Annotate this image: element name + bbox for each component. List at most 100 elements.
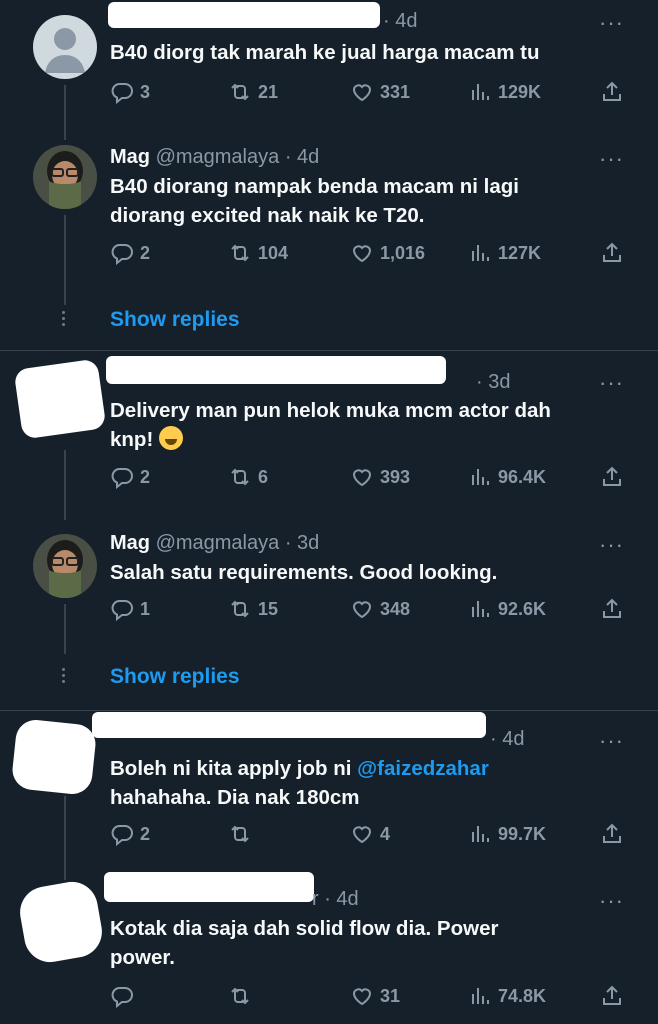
retweet-button[interactable]: [228, 822, 258, 846]
timestamp[interactable]: · 4d: [490, 728, 524, 750]
reply-count: 2: [140, 466, 151, 487]
like-count: 348: [380, 598, 411, 619]
views-button[interactable]: 129K: [468, 80, 541, 104]
retweet-button[interactable]: 21: [228, 80, 278, 104]
views-button[interactable]: 74.8K: [468, 984, 546, 1008]
heart-icon: [350, 822, 374, 846]
retweet-button[interactable]: 104: [228, 241, 288, 265]
tweet-text-line: hahahaha. Dia nak 180cm: [110, 786, 360, 809]
share-icon: [600, 465, 624, 489]
share-button[interactable]: [600, 597, 624, 621]
timestamp[interactable]: · 3d: [285, 532, 319, 554]
profile-photo-icon: [33, 534, 97, 598]
reply-button[interactable]: 3: [110, 80, 150, 104]
retweet-count: 15: [258, 598, 279, 619]
profile-photo-icon: [33, 145, 97, 209]
thread-line: [64, 604, 66, 654]
reply-button[interactable]: 2: [110, 465, 150, 489]
thread-dots: [62, 665, 66, 686]
retweet-count: 6: [258, 466, 269, 487]
more-options-button[interactable]: ···: [599, 532, 624, 558]
tweet-text-line: diorang excited nak naik ke T20.: [110, 204, 425, 227]
tweet-text: B40 diorg tak marah ke jual harga macam …: [110, 41, 540, 64]
view-count: 92.6K: [498, 598, 547, 619]
redacted-avatar: [10, 718, 98, 796]
tweet[interactable]: Mag @magmalaya · 4d ··· B40 diorang namp…: [0, 140, 658, 350]
more-options-button[interactable]: ···: [599, 888, 624, 914]
retweet-button[interactable]: 6: [228, 465, 268, 489]
views-icon: [468, 984, 492, 1008]
timestamp[interactable]: · 4d: [285, 146, 319, 168]
share-button[interactable]: [600, 984, 624, 1008]
display-name[interactable]: Mag: [110, 532, 150, 554]
more-options-button[interactable]: ···: [599, 370, 624, 396]
retweet-button[interactable]: 15: [228, 597, 278, 621]
like-button[interactable]: 393: [350, 465, 410, 489]
reply-count: 1: [140, 598, 151, 619]
tweet-text-line: Boleh ni kita apply job ni: [110, 757, 358, 780]
like-button[interactable]: 31: [350, 984, 400, 1008]
show-replies-link[interactable]: Show replies: [110, 308, 240, 332]
reply-button[interactable]: [110, 984, 140, 1008]
heart-icon: [350, 597, 374, 621]
like-button[interactable]: 331: [350, 80, 410, 104]
avatar[interactable]: [33, 145, 97, 209]
redacted-username: [104, 872, 314, 902]
views-button[interactable]: 99.7K: [468, 822, 546, 846]
tweet[interactable]: r · 4d ··· Kotak dia saja dah solid flow…: [0, 872, 658, 1024]
reply-button[interactable]: 2: [110, 822, 150, 846]
avatar[interactable]: [33, 15, 97, 79]
like-button[interactable]: 348: [350, 597, 410, 621]
timestamp[interactable]: · 3d: [476, 371, 510, 393]
handle[interactable]: @magmalaya: [156, 146, 280, 168]
thread-line: [64, 215, 66, 305]
display-name[interactable]: Mag: [110, 146, 150, 168]
tweet[interactable]: · 3d ··· Delivery man pun helok muka mcm…: [0, 350, 658, 520]
tweet-text: Salah satu requirements. Good looking.: [110, 561, 498, 584]
retweet-count: 104: [258, 242, 289, 263]
tweet-text-line: Delivery man pun helok muka mcm actor da…: [110, 399, 551, 422]
share-icon: [600, 80, 624, 104]
view-count: 74.8K: [498, 985, 547, 1006]
reply-icon: [110, 465, 134, 489]
heart-icon: [350, 984, 374, 1008]
mention-link[interactable]: @faizedzahar: [357, 757, 489, 780]
timestamp[interactable]: r · 4d: [312, 888, 359, 910]
thread-line: [64, 85, 66, 140]
grinning-sweat-emoji-icon: [158, 426, 183, 450]
views-button[interactable]: 92.6K: [468, 597, 546, 621]
views-icon: [468, 80, 492, 104]
like-count: 331: [380, 81, 411, 102]
share-button[interactable]: [600, 241, 624, 265]
reply-button[interactable]: 2: [110, 241, 150, 265]
tweet[interactable]: Mag @magmalaya · 3d ··· Salah satu requi…: [0, 520, 658, 710]
views-button[interactable]: 127K: [468, 241, 541, 265]
retweet-icon: [228, 597, 252, 621]
timestamp[interactable]: · 4d: [383, 10, 417, 32]
avatar[interactable]: [33, 534, 97, 598]
like-button[interactable]: 4: [350, 822, 390, 846]
tweet[interactable]: · 4d ··· Boleh ni kita apply job ni @fai…: [0, 710, 658, 880]
like-button[interactable]: 1,016: [350, 241, 425, 265]
tweet[interactable]: · 4d ··· B40 diorg tak marah ke jual har…: [0, 0, 658, 140]
retweet-button[interactable]: [228, 984, 258, 1008]
more-options-button[interactable]: ···: [599, 728, 624, 754]
reply-count: 3: [140, 81, 151, 102]
heart-icon: [350, 465, 374, 489]
share-button[interactable]: [600, 465, 624, 489]
share-button[interactable]: [600, 80, 624, 104]
show-replies-link[interactable]: Show replies: [110, 665, 240, 689]
views-button[interactable]: 96.4K: [468, 465, 546, 489]
heart-icon: [350, 80, 374, 104]
more-options-button[interactable]: ···: [599, 146, 624, 172]
retweet-icon: [228, 241, 252, 265]
reply-button[interactable]: 1: [110, 597, 150, 621]
share-icon: [600, 597, 624, 621]
handle[interactable]: @magmalaya: [156, 532, 280, 554]
like-count: 4: [380, 823, 391, 844]
share-button[interactable]: [600, 822, 624, 846]
thread-dots: [62, 308, 66, 329]
redacted-username: [92, 712, 486, 738]
more-options-button[interactable]: ···: [599, 10, 624, 36]
retweet-icon: [228, 80, 252, 104]
